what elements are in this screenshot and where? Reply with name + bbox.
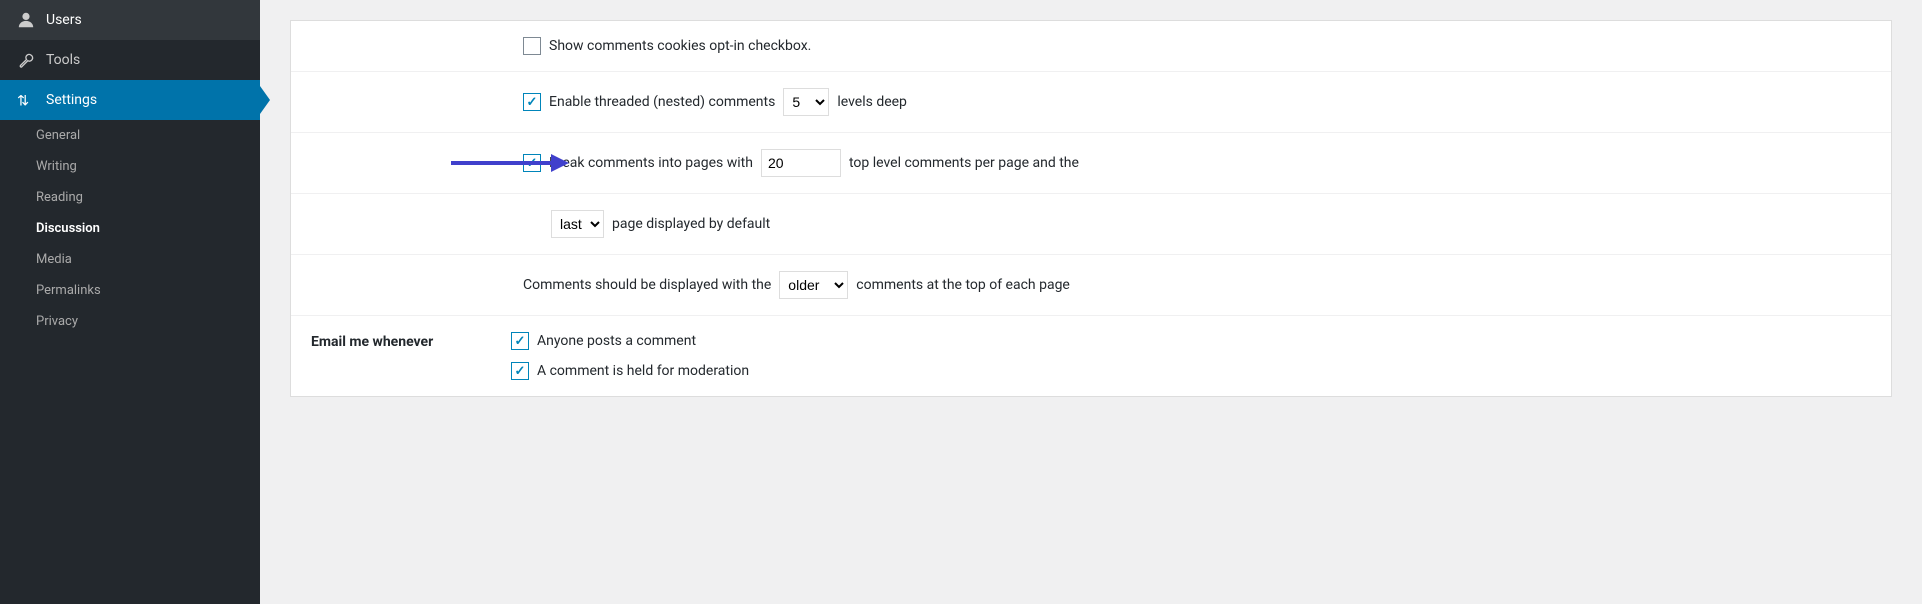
arrow-head bbox=[551, 154, 569, 172]
held-moderation-checkbox[interactable] bbox=[511, 362, 529, 380]
tools-icon bbox=[16, 50, 36, 70]
comments-display-suffix: comments at the top of each page bbox=[856, 277, 1070, 293]
comments-order-select[interactable]: oldernewer bbox=[779, 271, 848, 299]
sidebar-subitem-reading[interactable]: Reading bbox=[0, 182, 260, 213]
page-display-row: lastfirst page displayed by default bbox=[291, 194, 1891, 255]
threaded-comments-depth-select[interactable]: 5234678910 bbox=[783, 88, 829, 116]
email-section-label: Email me whenever bbox=[311, 332, 511, 350]
sidebar-subitem-general[interactable]: General bbox=[0, 120, 260, 151]
threaded-comments-suffix: levels deep bbox=[837, 94, 907, 110]
comments-display-prefix: Comments should be displayed with the bbox=[523, 277, 771, 293]
break-comments-row: Break comments into pages with top level… bbox=[291, 133, 1891, 194]
main-content: Show comments cookies opt-in checkbox. E… bbox=[260, 0, 1922, 604]
arrow-line bbox=[451, 161, 551, 165]
sidebar-item-tools[interactable]: Tools bbox=[0, 40, 260, 80]
sidebar-item-settings-label: Settings bbox=[46, 92, 97, 108]
threaded-comments-row: Enable threaded (nested) comments 523467… bbox=[291, 72, 1891, 133]
page-display-suffix: page displayed by default bbox=[612, 216, 770, 232]
sidebar-item-tools-label: Tools bbox=[46, 52, 80, 68]
svg-text:⇅: ⇅ bbox=[17, 92, 29, 109]
sidebar-subitem-permalinks[interactable]: Permalinks bbox=[0, 275, 260, 306]
sidebar-item-users-label: Users bbox=[46, 12, 82, 28]
sidebar-item-settings[interactable]: ⇅ Settings bbox=[0, 80, 260, 120]
break-comments-suffix: top level comments per page and the bbox=[849, 155, 1079, 171]
anyone-posts-checkbox[interactable] bbox=[511, 332, 529, 350]
sidebar-subitem-writing[interactable]: Writing bbox=[0, 151, 260, 182]
show-cookies-checkbox[interactable] bbox=[523, 37, 541, 55]
anyone-posts-row: Anyone posts a comment bbox=[511, 332, 1871, 350]
settings-icon: ⇅ bbox=[16, 90, 36, 110]
threaded-comments-checkbox[interactable] bbox=[523, 93, 541, 111]
sidebar: Users Tools ⇅ Settings General Writing R… bbox=[0, 0, 260, 604]
held-moderation-label: A comment is held for moderation bbox=[537, 363, 749, 379]
email-section-title: Email me whenever bbox=[311, 334, 433, 350]
anyone-posts-label: Anyone posts a comment bbox=[537, 333, 696, 349]
email-section-row: Email me whenever Anyone posts a comment… bbox=[291, 316, 1891, 396]
comments-display-row: Comments should be displayed with the ol… bbox=[291, 255, 1891, 316]
settings-section: Show comments cookies opt-in checkbox. E… bbox=[290, 20, 1892, 397]
blue-arrow bbox=[451, 154, 569, 172]
sidebar-subitem-discussion[interactable]: Discussion bbox=[0, 213, 260, 244]
break-comments-prefix: Break comments into pages with bbox=[549, 155, 753, 171]
sidebar-subitem-media[interactable]: Media bbox=[0, 244, 260, 275]
break-comments-input[interactable] bbox=[761, 149, 841, 177]
threaded-comments-prefix: Enable threaded (nested) comments bbox=[549, 94, 775, 110]
email-options: Anyone posts a comment A comment is held… bbox=[511, 332, 1871, 380]
page-display-select[interactable]: lastfirst bbox=[551, 210, 604, 238]
show-cookies-checkbox-wrapper bbox=[523, 37, 541, 55]
held-moderation-row: A comment is held for moderation bbox=[511, 362, 1871, 380]
users-icon bbox=[16, 10, 36, 30]
settings-submenu: General Writing Reading Discussion Media… bbox=[0, 120, 260, 337]
show-cookies-label: Show comments cookies opt-in checkbox. bbox=[549, 38, 811, 54]
sidebar-subitem-privacy[interactable]: Privacy bbox=[0, 306, 260, 337]
show-cookies-row: Show comments cookies opt-in checkbox. bbox=[291, 21, 1891, 72]
sidebar-item-users[interactable]: Users bbox=[0, 0, 260, 40]
